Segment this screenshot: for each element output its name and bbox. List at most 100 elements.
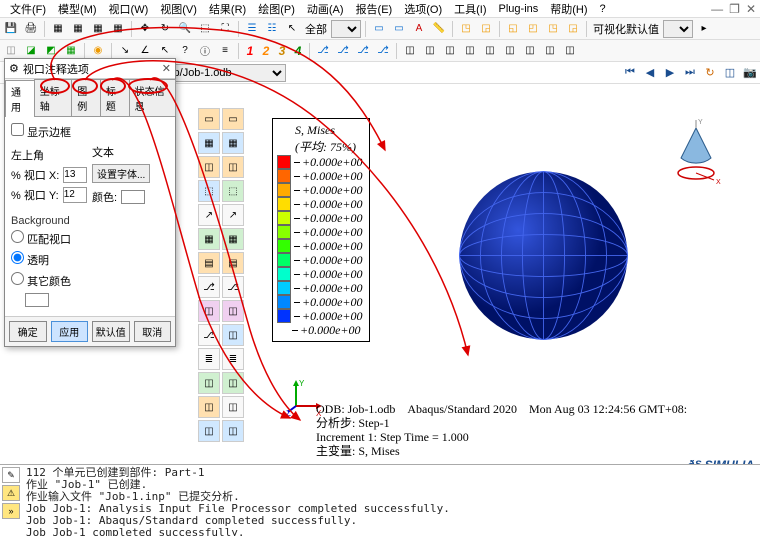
st-20[interactable]: ◫ — [222, 324, 244, 346]
st-05[interactable]: ◫ — [198, 156, 220, 178]
st-18[interactable]: ◫ — [222, 300, 244, 322]
wire-icon[interactable]: ◫ — [2, 42, 20, 60]
viewport[interactable]: S, Mises (平均: 75%) +0.000e+00+0.000e+00+… — [256, 108, 756, 458]
i-icon[interactable]: ⓘ — [196, 42, 214, 60]
first-frame-icon[interactable]: ⏮ — [622, 65, 638, 81]
axis3-icon[interactable]: ⎇ — [354, 42, 372, 60]
refresh-icon[interactable]: ↻ — [702, 65, 718, 81]
menu-tools[interactable]: 工具(I) — [448, 1, 492, 17]
tool-a-icon[interactable]: ◫ — [401, 42, 419, 60]
print-icon[interactable]: 🖨 — [22, 20, 40, 38]
set-font-button[interactable]: 设置字体... — [92, 164, 150, 183]
bg-other-radio[interactable]: 其它颜色 — [11, 272, 169, 289]
menu-results[interactable]: 结果(R) — [203, 1, 252, 17]
ortho-icon[interactable]: ◲ — [477, 20, 495, 38]
tool-h-icon[interactable]: ◫ — [541, 42, 559, 60]
grid1-icon[interactable]: ▦ — [49, 20, 67, 38]
axis1-icon[interactable]: ⎇ — [314, 42, 332, 60]
zoombox-icon[interactable]: ⬚ — [196, 20, 214, 38]
last-frame-icon[interactable]: ⏭ — [682, 65, 698, 81]
menu-options[interactable]: 选项(O) — [398, 1, 448, 17]
next-frame-icon[interactable]: ▶ — [662, 65, 678, 81]
save-icon[interactable]: 💾 — [2, 20, 20, 38]
st-12[interactable]: ▦ — [222, 228, 244, 250]
st-10[interactable]: ↗ — [222, 204, 244, 226]
ok-button[interactable]: 确定 — [9, 321, 47, 342]
st-24[interactable]: ◫ — [222, 372, 244, 394]
stdview-2[interactable]: 2 — [259, 44, 273, 58]
cube2-icon[interactable]: ◰ — [524, 20, 542, 38]
q-icon[interactable]: ? — [176, 42, 194, 60]
view-list-icon[interactable]: ☰ — [243, 20, 261, 38]
menu-viewport[interactable]: 视口(W) — [103, 1, 155, 17]
st-09[interactable]: ↗ — [198, 204, 220, 226]
stdview-3[interactable]: 3 — [275, 44, 289, 58]
st-19[interactable]: ⎇ — [198, 324, 220, 346]
st-16[interactable]: ⎇ — [222, 276, 244, 298]
st-01[interactable]: ▭ — [198, 108, 220, 130]
viewport-x-input[interactable] — [63, 167, 87, 183]
msg-tab-2-icon[interactable]: ⚠ — [2, 485, 20, 501]
shade1-icon[interactable]: ◪ — [22, 42, 40, 60]
ruler-icon[interactable]: 📏 — [430, 20, 448, 38]
cube1-icon[interactable]: ◱ — [504, 20, 522, 38]
window-minimize-icon[interactable]: — — [711, 2, 723, 16]
menu-plot[interactable]: 绘图(P) — [252, 1, 301, 17]
bg-transparent-radio[interactable]: 透明 — [11, 251, 169, 268]
tool-d-icon[interactable]: ◫ — [461, 42, 479, 60]
msg-tab-3-icon[interactable]: » — [2, 503, 20, 519]
st-17[interactable]: ◫ — [198, 300, 220, 322]
frame-list-icon[interactable]: ◫ — [722, 65, 738, 81]
axis4-icon[interactable]: ⎇ — [374, 42, 392, 60]
st-26[interactable]: ◫ — [222, 396, 244, 418]
st-06[interactable]: ◫ — [222, 156, 244, 178]
grid4-icon[interactable]: ▦ — [109, 20, 127, 38]
field2-icon[interactable]: ▭ — [390, 20, 408, 38]
angle-icon[interactable]: ∠ — [136, 42, 154, 60]
tool-f-icon[interactable]: ◫ — [501, 42, 519, 60]
fit-icon[interactable]: ⛶ — [216, 20, 234, 38]
tab-legend[interactable]: 图例 — [71, 79, 101, 116]
tool-i-icon[interactable]: ◫ — [561, 42, 579, 60]
view-select[interactable] — [331, 20, 361, 38]
tab-title[interactable]: 标题 — [100, 79, 130, 116]
arrow-icon[interactable]: ↘ — [116, 42, 134, 60]
view-icon[interactable]: ☷ — [263, 20, 281, 38]
stdview-4[interactable]: 4 — [291, 44, 305, 58]
window-close-icon[interactable]: ✕ — [746, 2, 756, 16]
bg-other-swatch[interactable] — [25, 293, 49, 307]
st-21[interactable]: ≣ — [198, 348, 220, 370]
tool-c-icon[interactable]: ◫ — [441, 42, 459, 60]
st-23[interactable]: ◫ — [198, 372, 220, 394]
st-27[interactable]: ◫ — [198, 420, 220, 442]
cube4-icon[interactable]: ◲ — [564, 20, 582, 38]
color-swatch[interactable] — [121, 190, 145, 204]
shade3-icon[interactable]: ▦ — [62, 42, 80, 60]
persp-icon[interactable]: ◳ — [457, 20, 475, 38]
menu-model[interactable]: 模型(M) — [52, 1, 103, 17]
st-14[interactable]: ▤ — [222, 252, 244, 274]
cancel-button[interactable]: 取消 — [134, 321, 172, 342]
st-28[interactable]: ◫ — [222, 420, 244, 442]
menu-plugins[interactable]: Plug-ins — [493, 3, 545, 15]
camera-icon[interactable]: 📷 — [742, 65, 758, 81]
field1-icon[interactable]: ▭ — [370, 20, 388, 38]
tab-axes[interactable]: 坐标轴 — [34, 79, 73, 116]
dialog-titlebar[interactable]: ⚙ 视口注释选项 ✕ — [5, 59, 175, 79]
st-04[interactable]: ▦ — [222, 132, 244, 154]
menu-file[interactable]: 文件(F) — [4, 1, 52, 17]
st-15[interactable]: ⎇ — [198, 276, 220, 298]
cursor-icon[interactable]: ↖ — [283, 20, 301, 38]
axis2-icon[interactable]: ⎇ — [334, 42, 352, 60]
viscount-go-icon[interactable]: ▸ — [695, 20, 713, 38]
st-25[interactable]: ◫ — [198, 396, 220, 418]
zoom-icon[interactable]: 🔍 — [176, 20, 194, 38]
st-02[interactable]: ▭ — [222, 108, 244, 130]
annotate-icon[interactable]: A — [410, 20, 428, 38]
tab-general[interactable]: 通用 — [5, 80, 35, 117]
menu-help[interactable]: 帮助(H) — [544, 1, 593, 17]
rotate-icon[interactable]: ↻ — [156, 20, 174, 38]
viscount-select[interactable] — [663, 20, 693, 38]
menu-view[interactable]: 视图(V) — [154, 1, 203, 17]
st-03[interactable]: ▦ — [198, 132, 220, 154]
